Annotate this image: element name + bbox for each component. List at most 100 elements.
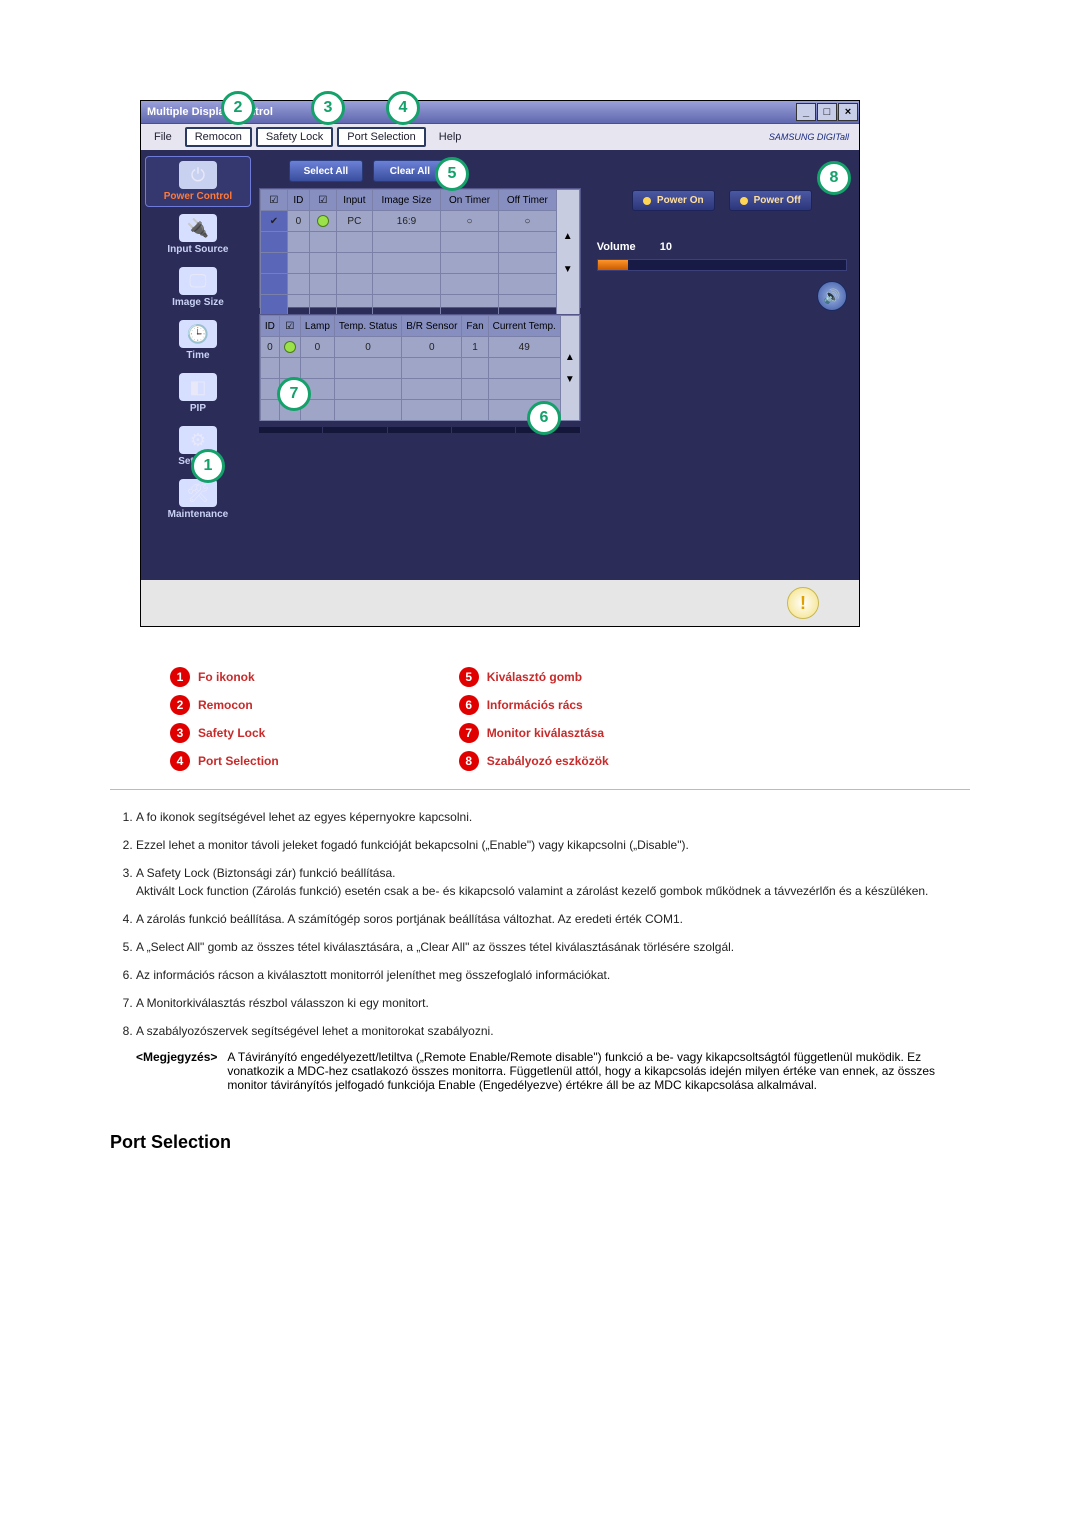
desc-item: A Safety Lock (Biztonsági zár) funkció b… xyxy=(136,864,970,900)
callout-5: 5 xyxy=(435,157,469,191)
callout-8: 8 xyxy=(817,161,851,195)
note-label: <Megjegyzés> xyxy=(136,1050,217,1092)
note-text: A Távirányító engedélyezett/letiltva („R… xyxy=(227,1050,970,1092)
sidebar-item-maintenance[interactable]: 🛠 Maintenance xyxy=(145,474,251,525)
selection-grid[interactable]: ☑ ID ☑ Input Image Size On Timer Off Tim… xyxy=(259,188,581,308)
power-on-label: Power On xyxy=(657,195,704,206)
status-bar: ! xyxy=(141,580,859,626)
scrollbar[interactable]: ▲▼ xyxy=(556,190,579,316)
sidebar: ⏻ Power Control 🔌 Input Source 🖵 Image S… xyxy=(141,150,255,580)
desc-item: A zárolás funkció beállítása. A számítóg… xyxy=(136,910,970,928)
sidebar-item-image-size[interactable]: 🖵 Image Size xyxy=(145,262,251,313)
legend-item: 4 Port Selection xyxy=(170,751,279,771)
power-on-button[interactable]: Power On xyxy=(632,190,715,211)
legend-item: 7 Monitor kiválasztása xyxy=(459,723,609,743)
callout-4: 4 xyxy=(386,91,420,125)
legend-label: Szabályozó eszközök xyxy=(487,754,609,768)
sidebar-label: PIP xyxy=(190,403,206,414)
power-icon: ⏻ xyxy=(179,161,217,189)
sidebar-item-input-source[interactable]: 🔌 Input Source xyxy=(145,209,251,260)
legend: 1 Fo ikonok 2 Remocon 3 Safety Lock 4 Po… xyxy=(170,667,970,771)
desc-item: A szabályozószervek segítségével lehet a… xyxy=(136,1022,970,1040)
scrollbar[interactable]: ▲▼ xyxy=(560,316,579,421)
callout-2: 2 xyxy=(221,91,255,125)
volume-slider[interactable] xyxy=(597,259,847,271)
col-check: ☑ xyxy=(260,190,287,211)
table-row[interactable]: 0 0 0 0 1 49 xyxy=(260,337,579,358)
table-row[interactable]: ✔ 0 PC 16:9 ○ ○ xyxy=(260,211,579,232)
legend-item: 3 Safety Lock xyxy=(170,723,279,743)
window-min-button[interactable]: _ xyxy=(796,103,816,121)
power-off-label: Power Off xyxy=(754,195,801,206)
col-fan: Fan xyxy=(462,316,488,337)
center-column: Select All Clear All ☑ ID ☑ Input Image … xyxy=(255,150,585,580)
sidebar-item-time[interactable]: 🕒 Time xyxy=(145,315,251,366)
col-br-sensor: B/R Sensor xyxy=(402,316,462,337)
legend-label: Port Selection xyxy=(198,754,279,768)
volume-value: 10 xyxy=(660,241,672,253)
window-max-button[interactable]: □ xyxy=(817,103,837,121)
sidebar-item-pip[interactable]: ◧ PIP xyxy=(145,368,251,419)
badge-5: 5 xyxy=(459,667,479,687)
menu-file[interactable]: File xyxy=(145,128,181,146)
window-close-button[interactable]: × xyxy=(838,103,858,121)
status-led-icon xyxy=(317,215,329,227)
plug-icon: 🔌 xyxy=(179,214,217,242)
tool-icon: 🛠 xyxy=(179,479,217,507)
alert-icon[interactable]: ! xyxy=(787,587,819,619)
sidebar-item-power-control[interactable]: ⏻ Power Control xyxy=(145,156,251,207)
callout-7: 7 xyxy=(277,377,311,411)
legend-label: Kiválasztó gomb xyxy=(487,670,582,684)
menu-help[interactable]: Help xyxy=(430,128,471,146)
badge-4: 4 xyxy=(170,751,190,771)
menu-port-selection[interactable]: Port Selection xyxy=(337,127,425,147)
legend-label: Monitor kiválasztása xyxy=(487,726,604,740)
desc-item: A „Select All" gomb az összes tétel kivá… xyxy=(136,938,970,956)
callout-6: 6 xyxy=(527,401,561,435)
desc-item: A fo ikonok segítségével lehet az egyes … xyxy=(136,808,970,826)
mute-toggle[interactable]: 🔊 xyxy=(817,281,847,311)
col-id: ID xyxy=(287,190,309,211)
sidebar-label: Input Source xyxy=(167,244,228,255)
menu-remocon[interactable]: Remocon xyxy=(185,127,252,147)
section-heading: Port Selection xyxy=(110,1132,970,1153)
note: <Megjegyzés> A Távirányító engedélyezett… xyxy=(136,1050,970,1092)
select-all-button[interactable]: Select All xyxy=(289,160,363,182)
legend-label: Safety Lock xyxy=(198,726,265,740)
col-input: Input xyxy=(336,190,372,211)
legend-label: Fo ikonok xyxy=(198,670,255,684)
legend-item: 8 Szabályozó eszközök xyxy=(459,751,609,771)
menu-safety-lock[interactable]: Safety Lock xyxy=(256,127,333,147)
col-lamp: Lamp xyxy=(300,316,334,337)
col-id: ID xyxy=(260,316,279,337)
sidebar-label: Time xyxy=(186,350,209,361)
badge-3: 3 xyxy=(170,723,190,743)
badge-2: 2 xyxy=(170,695,190,715)
legend-label: Információs rács xyxy=(487,698,583,712)
col-status: ☑ xyxy=(279,316,300,337)
desc-item: A Monitorkiválasztás részbol válasszon k… xyxy=(136,994,970,1012)
pip-icon: ◧ xyxy=(179,373,217,401)
sidebar-label: Image Size xyxy=(172,297,224,308)
legend-item: 2 Remocon xyxy=(170,695,279,715)
legend-item: 1 Fo ikonok xyxy=(170,667,279,687)
desc-item: Az információs rácson a kiválasztott mon… xyxy=(136,966,970,984)
screen-icon: 🖵 xyxy=(179,267,217,295)
status-led-icon xyxy=(284,341,296,353)
description-list: A fo ikonok segítségével lehet az egyes … xyxy=(110,789,970,1092)
badge-1: 1 xyxy=(170,667,190,687)
legend-item: 6 Információs rács xyxy=(459,695,609,715)
brand-label: SAMSUNG DIGITall xyxy=(769,132,855,142)
menubar: File Remocon Safety Lock Port Selection … xyxy=(141,124,859,150)
volume-label: Volume xyxy=(597,241,657,253)
control-panel: Power On Power Off Volume 10 🔊 xyxy=(585,150,859,580)
col-image-size: Image Size xyxy=(372,190,440,211)
power-dot-icon xyxy=(740,197,748,205)
sidebar-label: Power Control xyxy=(164,191,232,202)
desc-item: Ezzel lehet a monitor távoli jeleket fog… xyxy=(136,836,970,854)
callout-1: 1 xyxy=(191,449,225,483)
legend-item: 5 Kiválasztó gomb xyxy=(459,667,609,687)
mdc-app-window: 2 3 4 5 8 6 7 1 Multiple Display Control… xyxy=(140,100,860,627)
power-off-button[interactable]: Power Off xyxy=(729,190,812,211)
power-dot-icon xyxy=(643,197,651,205)
